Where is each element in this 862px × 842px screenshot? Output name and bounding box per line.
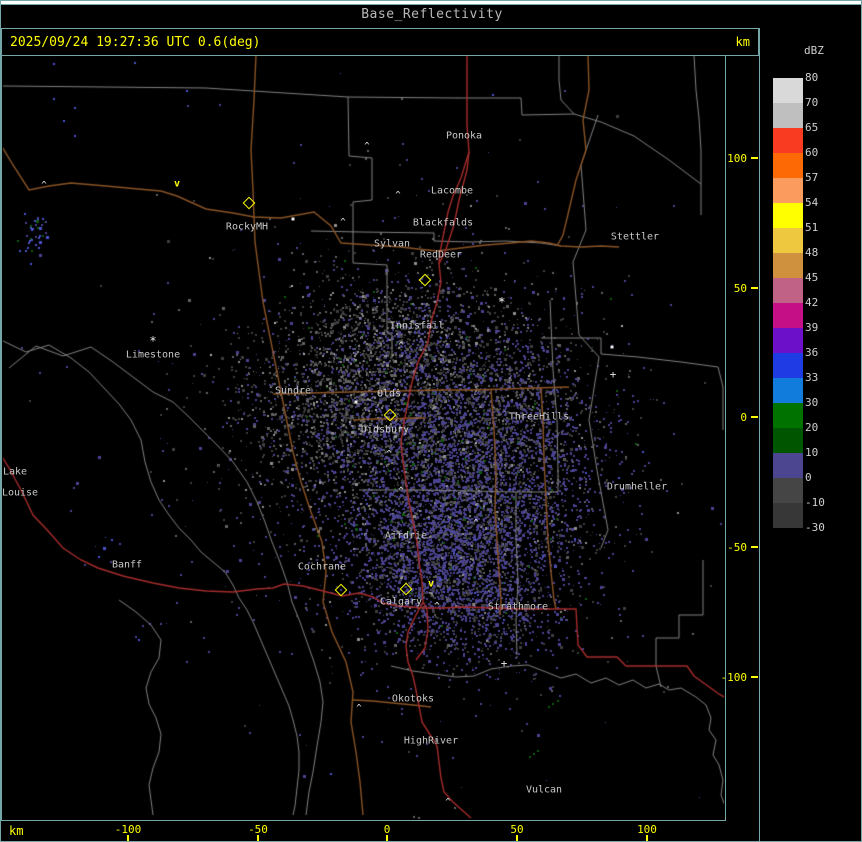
legend-tick-label: 42 — [805, 296, 819, 309]
right-axis-tick-mark — [751, 546, 758, 548]
legend-tick-label: 36 — [805, 346, 819, 359]
legend-color-block — [773, 78, 803, 103]
right-axis-tick-label: 0 — [740, 411, 747, 424]
legend-color-block — [773, 103, 803, 128]
legend-color-block — [773, 328, 803, 353]
legend-color-block — [773, 428, 803, 453]
right-axis-tick-label: 100 — [727, 152, 747, 165]
legend-tick-label: 30 — [805, 396, 819, 409]
radar-app-window: Base_Reflectivity 2025/09/24 19:27:36 UT… — [0, 0, 862, 842]
legend-color-block — [773, 353, 803, 378]
legend-tick-label: -10 — [805, 496, 825, 509]
legend-title: dBZ — [804, 44, 824, 57]
bottom-axis-tick-mark — [646, 835, 648, 841]
legend-tick-label: 10 — [805, 446, 819, 459]
right-axis-tick-label: -50 — [727, 541, 747, 554]
right-axis-tick-label: 50 — [733, 282, 747, 295]
legend-tick-label: 51 — [805, 221, 819, 234]
legend-color-bar — [773, 78, 803, 528]
legend-color-block — [773, 478, 803, 503]
bottom-axis-tick-mark — [127, 835, 129, 841]
bottom-axis-tick-mark — [386, 835, 388, 841]
right-axis-tick-mark — [751, 676, 758, 678]
legend-color-block — [773, 453, 803, 478]
legend-color-block — [773, 253, 803, 278]
legend-color-block — [773, 303, 803, 328]
bottom-axis-tick-mark — [257, 835, 259, 841]
legend-tick-label: 33 — [805, 371, 819, 384]
legend-color-block — [773, 403, 803, 428]
legend-color-block — [773, 378, 803, 403]
legend-tick-label: -30 — [805, 521, 825, 534]
legend-tick-label: 60 — [805, 146, 819, 159]
legend-color-block — [773, 128, 803, 153]
legend-color-block — [773, 503, 803, 528]
legend-tick-label: 48 — [805, 246, 819, 259]
legend-tick-label: 20 — [805, 421, 819, 434]
bottom-axis-tick-mark — [516, 835, 518, 841]
legend-color-block — [773, 228, 803, 253]
legend-tick-label: 70 — [805, 96, 819, 109]
right-axis-tick-label: -100 — [720, 671, 748, 684]
right-axis-tick-mark — [751, 287, 758, 289]
legend-tick-label: 80 — [805, 71, 819, 84]
legend-tick-label: 57 — [805, 171, 819, 184]
legend-color-block — [773, 178, 803, 203]
legend-color-block — [773, 153, 803, 178]
legend-tick-label: 54 — [805, 196, 819, 209]
legend-tick-label: 65 — [805, 121, 819, 134]
right-axis-tick-mark — [751, 157, 758, 159]
legend-color-block — [773, 278, 803, 303]
legend-tick-label: 39 — [805, 321, 819, 334]
legend-color-block — [773, 203, 803, 228]
legend-tick-label: 45 — [805, 271, 819, 284]
axis-unit-label-bottom: km — [9, 824, 24, 838]
right-axis-tick-mark — [751, 416, 758, 418]
color-scale-legend: dBZ 80 70 65 60 57 54 51 48 45 42 39 36 33 30 20 10 0 -10… — [759, 28, 861, 841]
legend-tick-label: 0 — [805, 471, 812, 484]
